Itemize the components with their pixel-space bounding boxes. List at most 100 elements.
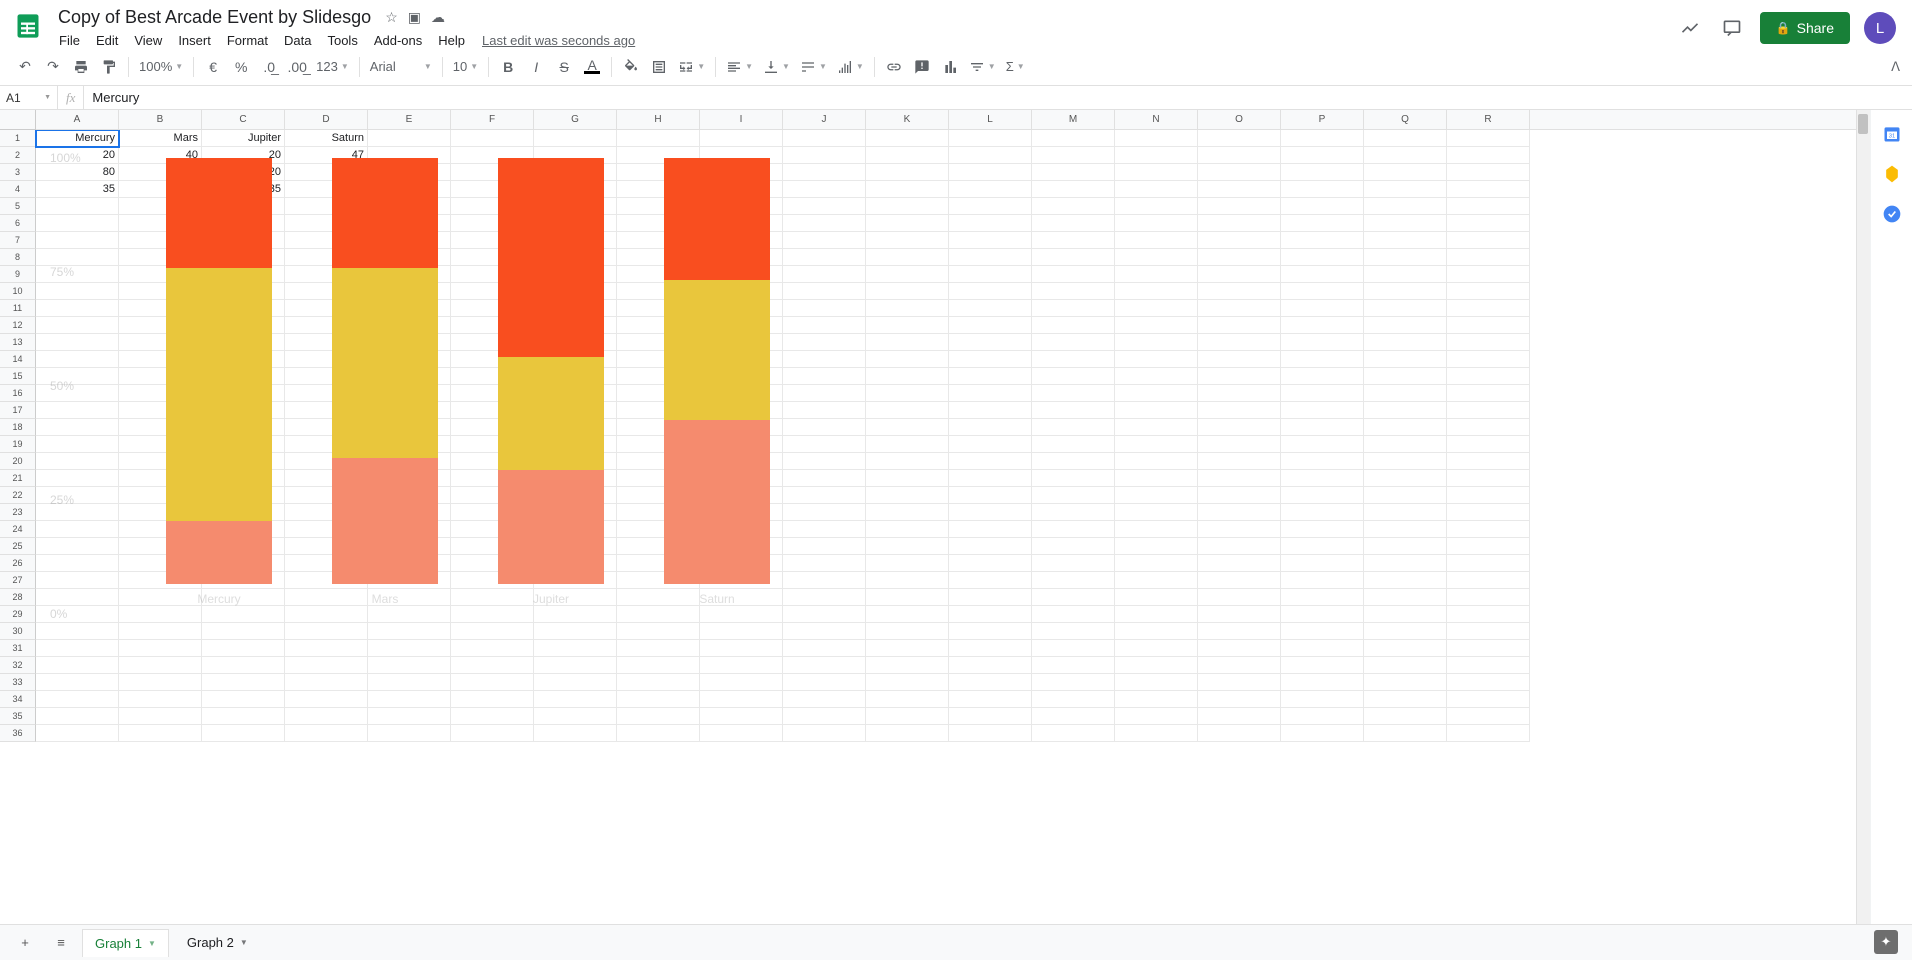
cell[interactable] <box>202 589 285 606</box>
cell[interactable] <box>451 572 534 589</box>
cell[interactable] <box>119 249 202 266</box>
cell[interactable] <box>1364 181 1447 198</box>
cell[interactable] <box>285 555 368 572</box>
cell[interactable] <box>451 623 534 640</box>
wrap-dropdown[interactable]: ▼ <box>796 54 831 80</box>
cell[interactable] <box>534 164 617 181</box>
cell[interactable] <box>285 198 368 215</box>
cell[interactable] <box>451 674 534 691</box>
cell[interactable] <box>1364 368 1447 385</box>
cell[interactable] <box>866 555 949 572</box>
cell[interactable] <box>700 521 783 538</box>
cell[interactable] <box>119 606 202 623</box>
cell[interactable] <box>285 419 368 436</box>
cell[interactable] <box>617 130 700 147</box>
cell[interactable] <box>617 385 700 402</box>
cell[interactable] <box>202 708 285 725</box>
cell[interactable] <box>866 504 949 521</box>
cell[interactable] <box>700 487 783 504</box>
cell[interactable] <box>1198 606 1281 623</box>
cell[interactable] <box>451 504 534 521</box>
fill-color-button[interactable] <box>618 54 644 80</box>
cell[interactable] <box>1115 436 1198 453</box>
cell[interactable] <box>202 487 285 504</box>
cell[interactable] <box>866 351 949 368</box>
cell[interactable] <box>451 538 534 555</box>
cell[interactable] <box>1198 538 1281 555</box>
cell[interactable] <box>1032 181 1115 198</box>
cell[interactable] <box>119 198 202 215</box>
cell[interactable] <box>1115 283 1198 300</box>
cell[interactable] <box>617 555 700 572</box>
cell[interactable] <box>1032 198 1115 215</box>
cell[interactable] <box>534 283 617 300</box>
cell[interactable] <box>368 334 451 351</box>
cell[interactable] <box>202 436 285 453</box>
cell[interactable] <box>202 351 285 368</box>
cell[interactable] <box>1281 334 1364 351</box>
column-header[interactable]: F <box>451 110 534 129</box>
cell[interactable]: 35 <box>36 181 119 198</box>
cell[interactable] <box>119 725 202 742</box>
cell[interactable] <box>1281 657 1364 674</box>
cell[interactable] <box>700 674 783 691</box>
cell[interactable] <box>368 368 451 385</box>
row-header[interactable]: 20 <box>0 453 36 470</box>
row-header[interactable]: 32 <box>0 657 36 674</box>
cell[interactable] <box>1364 130 1447 147</box>
cell[interactable] <box>451 368 534 385</box>
cell[interactable] <box>534 504 617 521</box>
cell[interactable] <box>534 385 617 402</box>
cell[interactable]: 20 <box>202 164 285 181</box>
cell[interactable] <box>700 130 783 147</box>
column-header[interactable]: G <box>534 110 617 129</box>
cell[interactable] <box>1281 453 1364 470</box>
cell[interactable] <box>617 470 700 487</box>
cell[interactable] <box>36 215 119 232</box>
cell[interactable] <box>1281 708 1364 725</box>
cell[interactable] <box>866 623 949 640</box>
cell[interactable] <box>866 521 949 538</box>
cell[interactable] <box>1032 623 1115 640</box>
cell[interactable] <box>1281 538 1364 555</box>
cell[interactable] <box>617 181 700 198</box>
cell[interactable] <box>451 334 534 351</box>
currency-euro-button[interactable]: € <box>200 54 226 80</box>
bold-button[interactable]: B <box>495 54 521 80</box>
vertical-scrollbar[interactable] <box>1856 110 1870 924</box>
cell[interactable] <box>285 623 368 640</box>
cell[interactable] <box>202 249 285 266</box>
cell[interactable] <box>1364 674 1447 691</box>
row-header[interactable]: 27 <box>0 572 36 589</box>
cell[interactable] <box>1447 266 1530 283</box>
cell[interactable] <box>700 300 783 317</box>
cell[interactable] <box>1447 470 1530 487</box>
cell[interactable] <box>949 555 1032 572</box>
cell[interactable] <box>202 334 285 351</box>
cell[interactable] <box>866 198 949 215</box>
cell[interactable] <box>866 674 949 691</box>
cell[interactable]: Jupiter <box>202 130 285 147</box>
cell[interactable] <box>1032 300 1115 317</box>
cell[interactable] <box>36 300 119 317</box>
cell[interactable] <box>285 402 368 419</box>
cell[interactable] <box>866 368 949 385</box>
cell[interactable] <box>783 300 866 317</box>
column-header[interactable]: I <box>700 110 783 129</box>
cell[interactable] <box>1198 317 1281 334</box>
cloud-icon[interactable]: ☁ <box>431 9 445 26</box>
cell[interactable] <box>119 521 202 538</box>
cell[interactable] <box>368 640 451 657</box>
cell[interactable] <box>1447 453 1530 470</box>
cell[interactable] <box>119 300 202 317</box>
cell[interactable] <box>1364 419 1447 436</box>
cell[interactable] <box>783 215 866 232</box>
cell[interactable] <box>617 623 700 640</box>
cell[interactable] <box>783 555 866 572</box>
cell[interactable] <box>1198 419 1281 436</box>
row-header[interactable]: 21 <box>0 470 36 487</box>
cell[interactable] <box>700 368 783 385</box>
cell[interactable] <box>949 215 1032 232</box>
cell[interactable] <box>1032 232 1115 249</box>
cell[interactable] <box>700 283 783 300</box>
